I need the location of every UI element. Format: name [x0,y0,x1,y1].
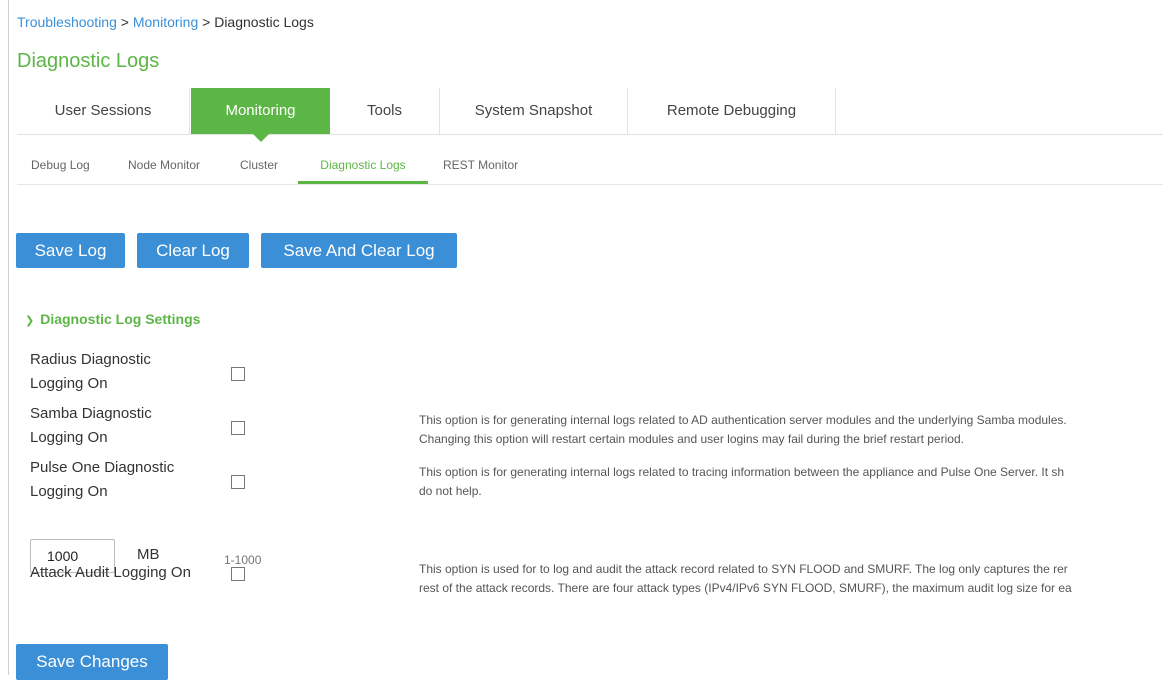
label-line: Samba Diagnostic [30,405,152,422]
breadcrumb-separator: > [116,14,133,30]
breadcrumb: Troubleshooting > Monitoring > Diagnosti… [17,14,314,30]
help-line: rest of the attack records. There are fo… [419,581,1072,595]
label-line: Pulse One Diagnostic [30,459,175,476]
clear-log-button[interactable]: Clear Log [137,233,249,268]
pulse-one-diagnostic-label: Pulse One Diagnostic Logging On [30,456,174,504]
frame-border [8,0,9,675]
breadcrumb-separator: > [198,14,215,30]
radius-diagnostic-checkbox[interactable] [231,367,245,381]
breadcrumb-current: Diagnostic Logs [214,14,314,30]
tab-user-sessions[interactable]: User Sessions [17,88,190,134]
subtab-rest-monitor[interactable]: REST Monitor [443,150,518,182]
sub-tab-bar: Debug Log Node Monitor Cluster Diagnosti… [17,150,1163,185]
samba-diagnostic-checkbox[interactable] [231,421,245,435]
help-line: This option is used for to log and audit… [419,562,1068,576]
attack-audit-checkbox[interactable] [231,567,245,581]
breadcrumb-link-troubleshooting[interactable]: Troubleshooting [17,14,117,30]
tab-tools[interactable]: Tools [330,88,440,134]
tab-label: Tools [366,102,403,119]
main-tab-bar: User Sessions Monitoring Tools System Sn… [17,88,1163,142]
breadcrumb-link-monitoring[interactable]: Monitoring [133,14,198,30]
active-tab-caret-icon [252,134,269,142]
attack-audit-help-text: This option is used for to log and audit… [419,560,1163,598]
tab-system-snapshot[interactable]: System Snapshot [440,88,628,134]
pulse-one-help-text: This option is for generating internal l… [419,463,1163,501]
radius-diagnostic-label: Radius Diagnostic Logging On [30,348,151,396]
label-line: Radius Diagnostic [30,351,151,368]
save-and-clear-log-button[interactable]: Save And Clear Log [261,233,457,268]
chevron-down-icon: ❯ [25,315,35,327]
tab-label: Monitoring [225,102,296,119]
section-header-diagnostic-log-settings[interactable]: ❯ Diagnostic Log Settings [25,311,200,327]
subtab-node-monitor[interactable]: Node Monitor [128,150,200,182]
pulse-one-diagnostic-checkbox[interactable] [231,475,245,489]
tab-label: System Snapshot [474,102,593,119]
tab-remote-debugging[interactable]: Remote Debugging [628,88,836,134]
tab-monitoring[interactable]: Monitoring [191,88,330,142]
help-line: do not help. [419,484,482,498]
label-line: Logging On [30,429,108,446]
help-line: This option is for generating internal l… [419,465,1065,479]
help-line: This option is for generating internal l… [419,413,1067,427]
section-title: Diagnostic Log Settings [40,311,201,327]
tab-label: User Sessions [54,102,152,119]
samba-diagnostic-label: Samba Diagnostic Logging On [30,402,152,450]
attack-audit-label: Attack Audit Logging On [30,564,191,581]
subtab-debug-log[interactable]: Debug Log [31,150,90,182]
label-line: Logging On [30,375,108,392]
page-title: Diagnostic Logs [17,50,160,72]
subtab-diagnostic-logs[interactable]: Diagnostic Logs [298,150,428,184]
label-line: Logging On [30,483,108,500]
tab-label: Remote Debugging [666,102,797,119]
log-size-range: 1-1000 [224,553,262,567]
save-log-button[interactable]: Save Log [16,233,125,268]
subtab-cluster[interactable]: Cluster [240,150,278,182]
samba-help-text: This option is for generating internal l… [419,411,1163,449]
help-line: Changing this option will restart certai… [419,432,964,446]
